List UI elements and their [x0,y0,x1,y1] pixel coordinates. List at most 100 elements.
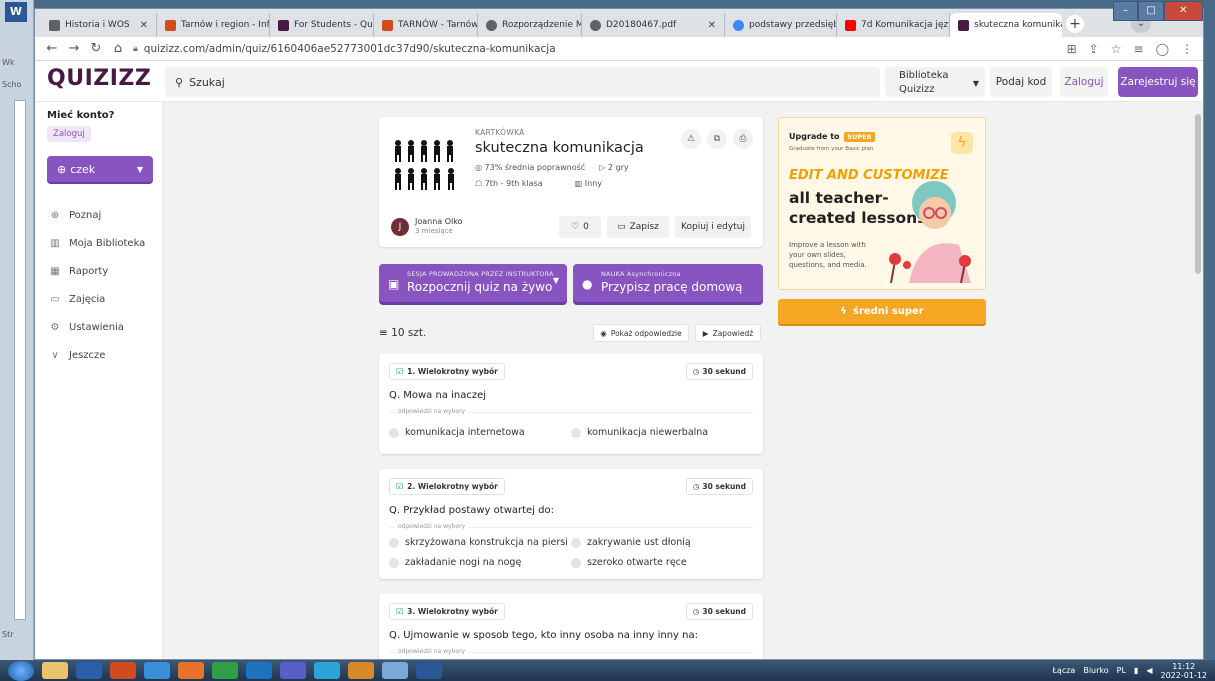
caret-down-icon[interactable]: ▼ [553,276,559,285]
window-close-button[interactable]: ✕ [1163,1,1203,21]
quiz-title: skuteczna komunikacja [475,140,644,156]
option-dot-icon [571,557,581,568]
sidebar-login-button[interactable]: Zaloguj [47,126,91,142]
network-icon[interactable]: ▮ [1134,666,1138,675]
super-badge: SUPER [844,132,875,142]
browser-tab[interactable]: Tarnów i region - Info✕ [157,13,270,37]
scrollbar-thumb[interactable] [1195,114,1201,274]
timer-icon: ◷ [692,482,700,491]
explorer-icon[interactable] [42,662,68,679]
new-tab-button[interactable]: + [1066,15,1084,33]
app-icon[interactable] [246,662,272,679]
subject-stat: ▥ Inny [574,179,602,188]
reading-list-icon[interactable]: ≡ [1134,42,1144,56]
register-button[interactable]: Zarejestruj się [1118,67,1198,97]
app-icon[interactable] [348,662,374,679]
login-button[interactable]: Zaloguj [1060,67,1108,97]
author-time: 3 miesiące [415,227,453,235]
page-scrollbar[interactable] [1193,102,1203,659]
app-icon[interactable] [382,662,408,679]
answer-option: zakrywanie ust dłonią [571,537,691,548]
preview-button[interactable]: ▶ Zapowiedź [695,324,761,342]
sidebar-item-explore[interactable]: ⊕ Poznaj [49,210,102,221]
search-placeholder: Szukaj [189,75,225,89]
sidebar-item-library[interactable]: ▥ Moja Biblioteka [49,238,145,249]
menu-icon[interactable]: ⋮ [1181,42,1193,56]
app-icon[interactable] [314,662,340,679]
question-card[interactable]: ☑ 1. Wielokrotny wybór ◷ 30 sekund Q. Mowa… [379,354,763,454]
bolt-icon: ϟ [951,132,973,154]
tab-strip: Historia i WOS✕ Tarnów i region - Info✕ … [35,1,1203,37]
presentation-icon: ▣ [388,277,400,291]
firefox-icon[interactable] [178,662,204,679]
translate-icon[interactable]: ⊞ [1067,42,1077,56]
sidebar-item-classes[interactable]: ▭ Zajęcia [49,294,105,305]
minimize-button[interactable]: – [1113,1,1139,21]
copy-icon[interactable]: ⧉ [707,129,727,149]
profile-icon[interactable]: ◯ [1156,42,1169,56]
bolt-icon: ϟ [840,306,847,317]
option-dot-icon [389,537,399,548]
browser-tab[interactable]: podstawy przedsiębio✕ [725,13,837,37]
super-button[interactable]: ϟ średni super [778,299,986,324]
library-select[interactable]: Biblioteka Quizizz ▼ [885,67,985,97]
teams-icon[interactable] [280,662,306,679]
close-icon[interactable]: ✕ [136,20,148,31]
timer-icon: ◷ [692,607,700,616]
app-icon[interactable] [110,662,136,679]
back-icon[interactable]: ← [41,41,63,56]
browser-tab[interactable]: D20180467.pdf ✕ [582,13,725,37]
question-card[interactable]: ☑ 2. Wielokrotny wybór ◷ 30 sekund Q. Przy… [379,469,763,579]
question-type-badge: ☑ 1. Wielokrotny wybór [389,363,505,380]
print-icon[interactable]: ⎙ [733,129,753,149]
reload-icon[interactable]: ↻ [85,41,107,56]
share-icon[interactable]: ⇪ [1089,42,1099,56]
create-button[interactable]: ⊕ czek ▼ [47,156,153,182]
option-dot-icon [571,537,581,548]
checkbox-icon: ☑ [396,367,404,376]
start-button[interactable] [8,660,34,681]
media-icon[interactable] [76,662,102,679]
save-button[interactable]: ▭ Zapisz [607,216,669,238]
browser-tab[interactable]: 7d Komunikacja język✕ [837,13,950,37]
forward-icon[interactable]: → [63,41,85,56]
clock[interactable]: 11:12 2022-01-12 [1161,662,1208,680]
close-icon[interactable]: ✕ [704,20,716,31]
browser-tab[interactable]: Historia i WOS ✕ [41,13,157,37]
side-label: Str [2,630,14,639]
maximize-button[interactable]: □ [1138,1,1164,21]
enter-code-button[interactable]: Podaj kod [990,67,1052,97]
assign-homework-button[interactable]: ● NAUKA Asynchroniczna Przypisz pracę do… [573,264,763,302]
browser-tab[interactable]: For Students - Quizizz✕ [270,13,374,37]
word-taskbar-icon[interactable] [416,662,442,679]
like-button[interactable]: ♡ 0 [559,216,601,238]
start-live-quiz-button[interactable]: ▣ SESJA PROWADZONA PRZEZ INSTRUKTORA Roz… [379,264,567,302]
search-input[interactable]: ⚲ Szukaj [165,67,880,97]
show-answers-button[interactable]: ◉ Pokaż odpowiedzie [593,324,689,342]
url-field[interactable]: 🔒︎ quizizz.com/admin/quiz/6160406ae52773… [133,43,556,55]
question-card[interactable]: ☑ 3. Wielokrotny wybór ◷ 30 sekund Q. Ujmo… [379,594,763,659]
chrome-icon[interactable] [212,662,238,679]
home-icon[interactable]: ⌂ [107,41,129,56]
settings-icon: ⚙ [50,322,60,333]
side-label: Scho [2,80,22,89]
author-name[interactable]: Joanna Olko [415,217,463,226]
ie-icon[interactable] [144,662,170,679]
vertical-ruler [14,100,26,620]
copy-edit-button[interactable]: Kopiuj i edytuj [675,216,751,238]
quizizz-logo[interactable]: QUIZIZZ [47,66,151,91]
bookmark-star-icon[interactable]: ☆ [1111,42,1122,56]
browser-tab[interactable]: TARNÓW - Tarnów✕ [374,13,478,37]
teacher-illustration [889,181,971,283]
sidebar-item-reports[interactable]: ▦ Raporty [49,266,108,277]
answers-label: odpowiedzi na wybory [395,523,469,530]
upgrade-promo-card[interactable]: Upgrade to SUPER Graduate from your Basi… [778,117,986,290]
browser-tab-active[interactable]: skuteczna komunikac✕ [950,13,1062,37]
volume-icon[interactable]: ◀ [1146,666,1152,675]
sidebar-item-settings[interactable]: ⚙ Ustawienia [49,322,124,333]
sidebar-item-more[interactable]: ∨ Jeszcze [49,350,105,361]
browser-tab[interactable]: Rozporządzenie Minis✕ [478,13,582,37]
option-dot-icon [389,427,399,438]
folder-icon: ▭ [617,222,626,232]
report-icon[interactable]: ⚠ [681,129,701,149]
